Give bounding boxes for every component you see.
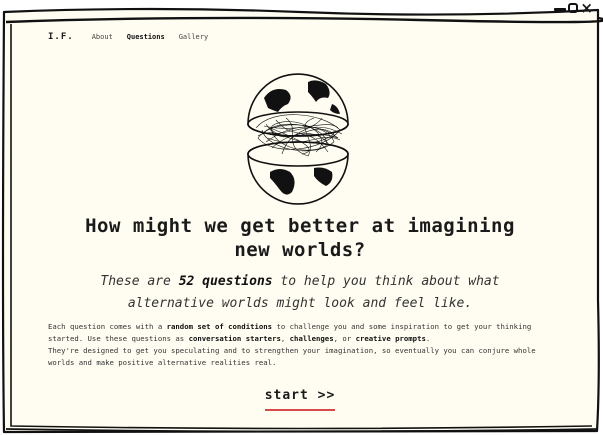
page-title: How might we get better at imagining new… [18, 214, 582, 262]
split-globe-scribble-icon [247, 73, 349, 205]
subtitle-pre: These are [100, 274, 179, 289]
start-button[interactable]: start >> [264, 388, 336, 411]
site-logo[interactable]: I.F. [48, 32, 74, 42]
nav-link-gallery[interactable]: Gallery [179, 33, 209, 41]
subtitle-emphasis: 52 questions [178, 274, 273, 289]
intro-paragraph-1: Each question comes with a random set of… [48, 322, 532, 343]
app-window: × I.F. About Questions Gallery How might… [0, 0, 603, 435]
subtitle-post: to help you think about what [272, 274, 500, 289]
intro-paragraph-2: They're designed to get you speculating … [48, 346, 536, 367]
window-controls: × [554, 1, 593, 16]
page-title-line-2: new worlds? [234, 239, 366, 261]
nav-link-questions[interactable]: Questions [127, 33, 165, 41]
subtitle-line-2: alternative worlds might look and feel l… [127, 296, 473, 311]
subtitle: These are 52 questions to help you think… [58, 271, 542, 315]
page-title-line-1: How might we get better at imagining [85, 215, 515, 237]
page-content: I.F. About Questions Gallery How might w… [18, 24, 582, 420]
start-container: start >> [18, 384, 582, 411]
nav-link-about[interactable]: About [92, 33, 113, 41]
close-icon[interactable]: × [580, 1, 593, 16]
top-nav: I.F. About Questions Gallery [48, 32, 208, 42]
intro-text: Each question comes with a random set of… [48, 321, 558, 369]
maximize-icon[interactable] [568, 3, 579, 13]
minimize-icon[interactable] [554, 7, 567, 11]
